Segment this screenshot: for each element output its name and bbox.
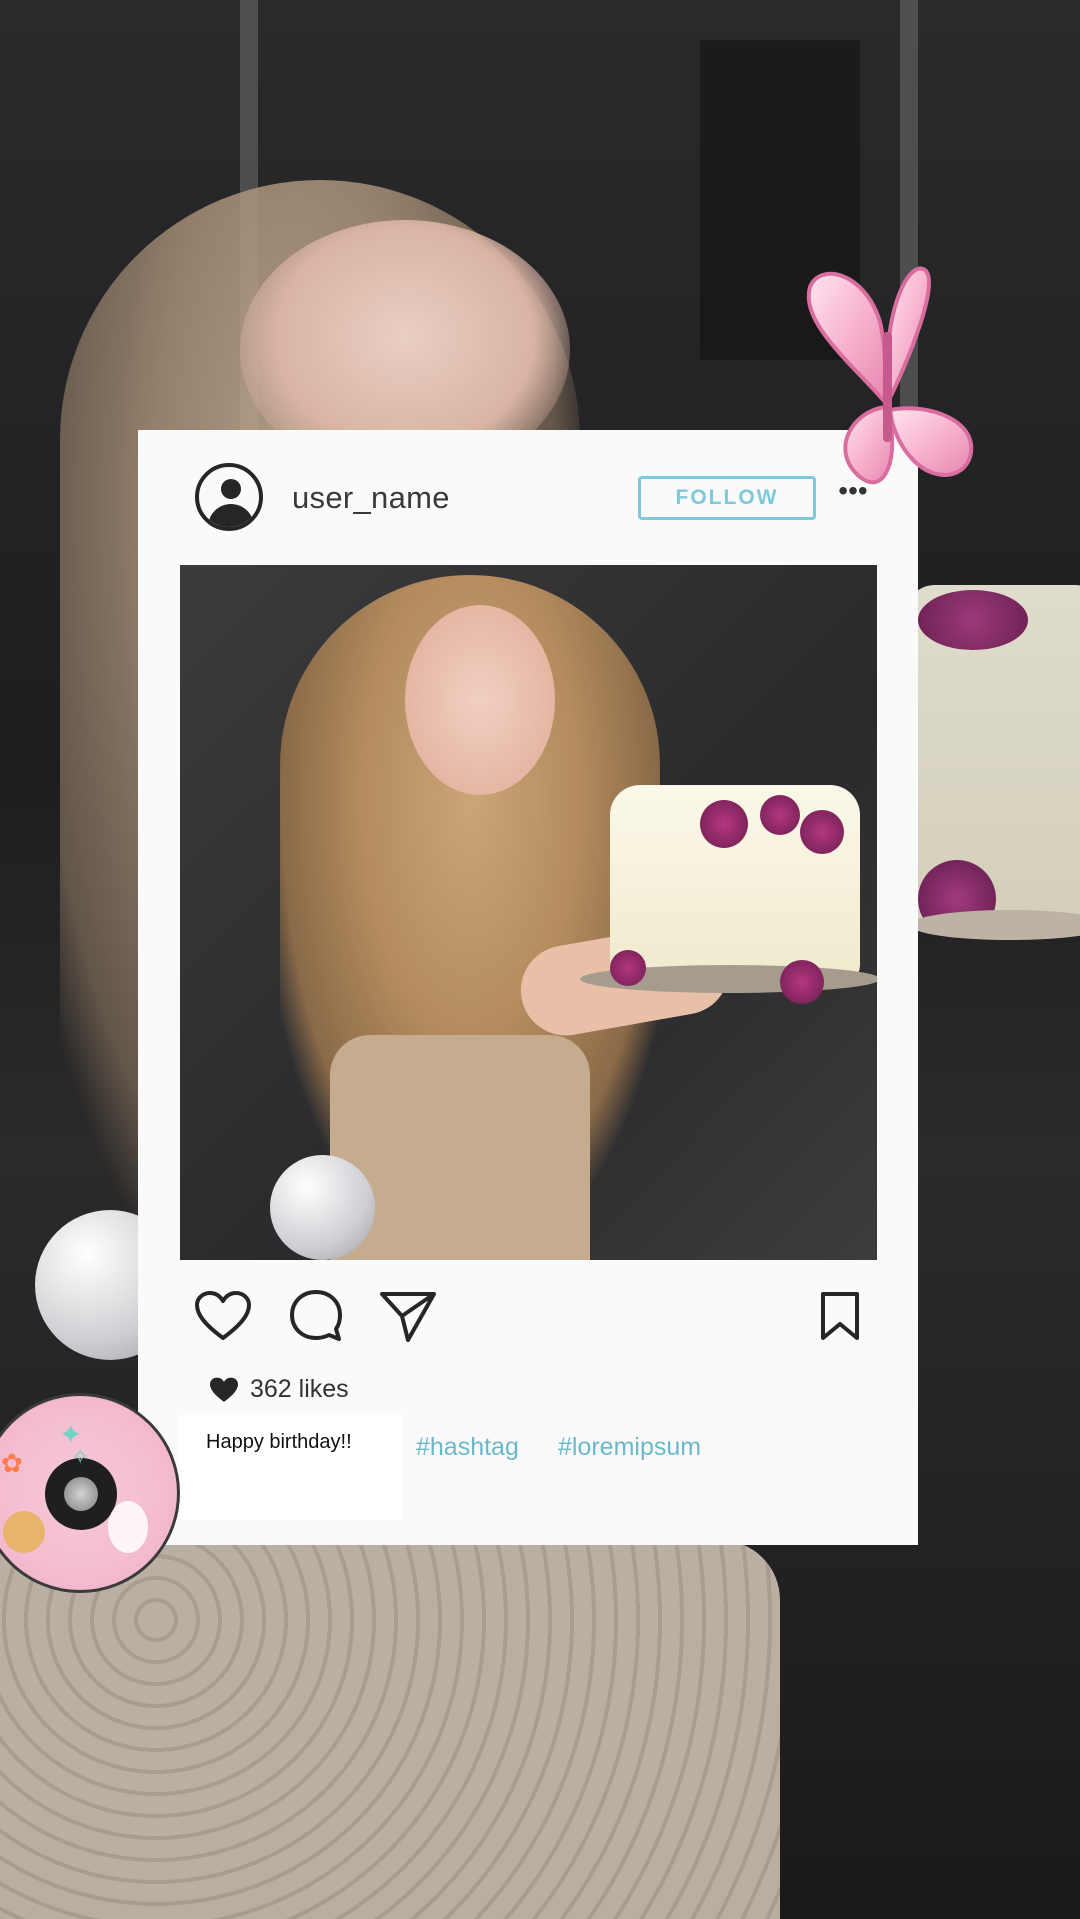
heart-icon[interactable] <box>194 1290 252 1342</box>
background-cake-flowers <box>918 590 1028 650</box>
photo-girl-face <box>405 605 555 795</box>
star-icon: ✧ <box>71 1444 90 1469</box>
bow-icon: ✿ <box>1 1448 23 1478</box>
photo-balloon <box>270 1155 375 1260</box>
hashtag-link[interactable]: #loremipsum <box>558 1433 701 1462</box>
bookmark-icon[interactable] <box>818 1290 862 1342</box>
post-actions <box>138 1260 918 1370</box>
likes-text: 362 likes <box>250 1375 349 1403</box>
post-photo[interactable] <box>180 565 877 1260</box>
username[interactable]: user_name <box>292 480 450 516</box>
filled-heart-icon <box>210 1377 238 1402</box>
photo-cake-flower <box>760 795 800 835</box>
teddy-bear-icon <box>3 1511 45 1553</box>
profile-avatar-icon[interactable] <box>195 463 263 531</box>
avatar-head <box>221 479 241 499</box>
photo-cake-flower <box>700 800 748 848</box>
background-skirt <box>0 1540 780 1919</box>
photo-cake-flower <box>800 810 844 854</box>
photo-cake-flower <box>610 950 646 986</box>
caption-text: Happy birthday!! <box>206 1431 352 1453</box>
background-cake-plate <box>910 910 1080 940</box>
caption-box: Happy birthday!! <box>178 1415 403 1520</box>
photo-cake-flower <box>780 960 824 1004</box>
disc-hub <box>64 1477 98 1511</box>
hashtag-link[interactable]: #hashtag <box>416 1433 519 1462</box>
avatar-body <box>208 504 254 527</box>
send-paper-plane-icon[interactable] <box>378 1288 438 1344</box>
post-card: user_name FOLLOW ••• 362 likes Happy bir… <box>138 430 918 1545</box>
comment-bubble-icon[interactable] <box>288 1288 344 1344</box>
pink-butterfly-sticker <box>806 266 974 485</box>
bunny-icon <box>108 1501 148 1553</box>
